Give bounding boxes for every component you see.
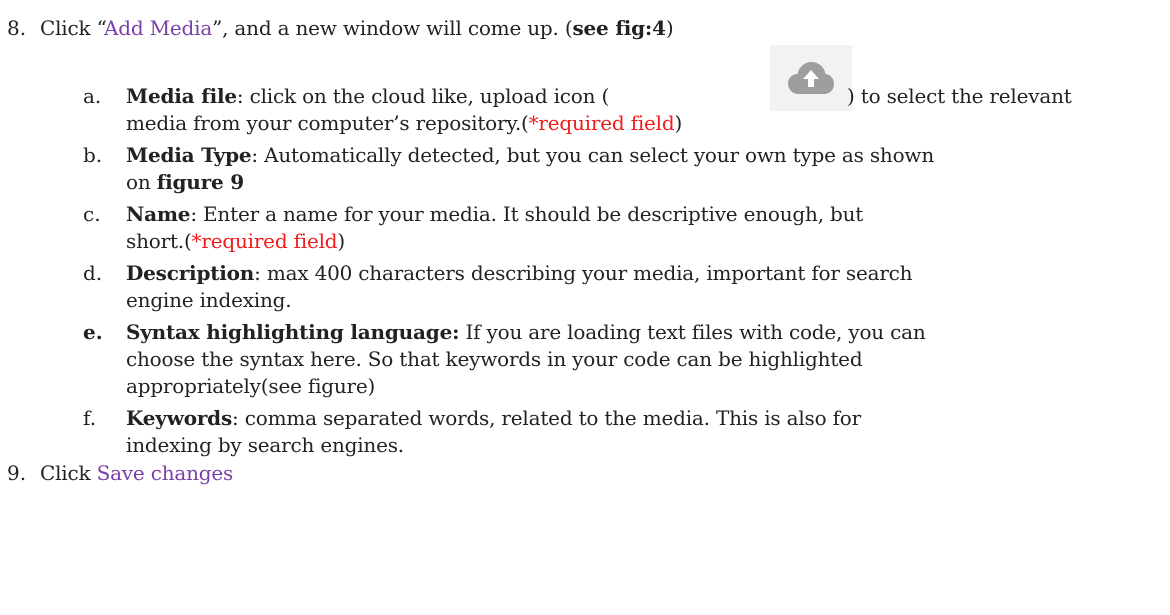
sub-c-text-2: short.( (126, 229, 192, 253)
media-type-term: Media Type (126, 143, 252, 167)
figure-9-reference: figure 9 (156, 170, 244, 194)
sub-f-text-2: indexing by search engines. (126, 433, 404, 457)
required-field-note: *required field (191, 229, 338, 253)
item-8-line: Click “Add Media”, and a new window will… (40, 16, 674, 40)
save-changes-link[interactable]: Save changes (97, 461, 234, 485)
sub-a-text-3: media from your computer’s repository.( (126, 111, 529, 135)
sub-a-line-1: Media file: click on the cloud like, upl… (126, 84, 609, 108)
sub-b-line-2: on figure 9 (126, 170, 244, 194)
sub-c-line-2: short.(*required field) (126, 229, 345, 253)
sub-c-text-1: : Enter a name for your media. It should… (190, 202, 864, 226)
required-field-note: *required field (528, 111, 675, 135)
sub-a-text-2: ) to select the relevant (847, 84, 1072, 108)
sub-d-text-2: engine indexing. (126, 288, 292, 312)
sub-marker-e: e. (83, 320, 103, 344)
sub-a-close: ) (674, 111, 683, 135)
name-term: Name (126, 202, 191, 226)
sub-b-text-1: : Automatically detected, but you can se… (251, 143, 935, 167)
sub-c-line-1: Name: Enter a name for your media. It sh… (126, 202, 863, 226)
list-number-8: 8. (7, 16, 27, 40)
sub-marker-f: f. (83, 406, 97, 430)
fig-4-reference: see fig:4 (572, 16, 666, 40)
sub-d-line-2: engine indexing. (126, 288, 292, 312)
sub-d-line-1: Description: max 400 characters describi… (126, 261, 913, 285)
sub-e-text-2: choose the syntax here. So that keywords… (126, 347, 863, 371)
sub-marker-c: c. (83, 202, 101, 226)
keywords-term: Keywords (126, 406, 233, 430)
sub-e-line-3: appropriately(see figure) (126, 374, 375, 398)
sub-marker-d: d. (83, 261, 103, 285)
sub-e-line-2: choose the syntax here. So that keywords… (126, 347, 863, 371)
sub-f-line-2: indexing by search engines. (126, 433, 404, 457)
sub-f-text-1: : comma separated words, related to the … (232, 406, 862, 430)
item-8-suffix: ) (665, 16, 674, 40)
sub-marker-a: a. (83, 84, 102, 108)
list-number-9: 9. (7, 461, 27, 485)
sub-marker-b: b. (83, 143, 103, 167)
sub-d-text-1: : max 400 characters describing your med… (254, 261, 913, 285)
add-media-link[interactable]: Add Media (104, 16, 212, 40)
sub-c-close: ) (337, 229, 346, 253)
sub-b-text-2: on (126, 170, 157, 194)
sub-f-line-1: Keywords: comma separated words, related… (126, 406, 861, 430)
item-8-prefix: Click “ (40, 16, 105, 40)
item-9-prefix: Click (40, 461, 97, 485)
media-file-term: Media file (126, 84, 237, 108)
sub-a-line-1-end: ) to select the relevant (847, 84, 1072, 108)
sub-e-line-1: Syntax highlighting language: If you are… (126, 320, 926, 344)
sub-e-text-3: appropriately(see figure) (126, 374, 376, 398)
description-term: Description (126, 261, 255, 285)
item-9-line: Click Save changes (40, 461, 233, 485)
item-8-middle: ”, and a new window will come up. ( (212, 16, 573, 40)
sub-a-line-2: media from your computer’s repository.(*… (126, 111, 682, 135)
cloud-upload-icon-svg (788, 62, 834, 94)
cloud-upload-icon (770, 45, 852, 111)
sub-b-line-1: Media Type: Automatically detected, but … (126, 143, 934, 167)
syntax-highlighting-term: Syntax highlighting language: (126, 320, 460, 344)
sub-a-text-1: : click on the cloud like, upload icon ( (236, 84, 610, 108)
sub-e-text-1: If you are loading text files with code,… (459, 320, 926, 344)
